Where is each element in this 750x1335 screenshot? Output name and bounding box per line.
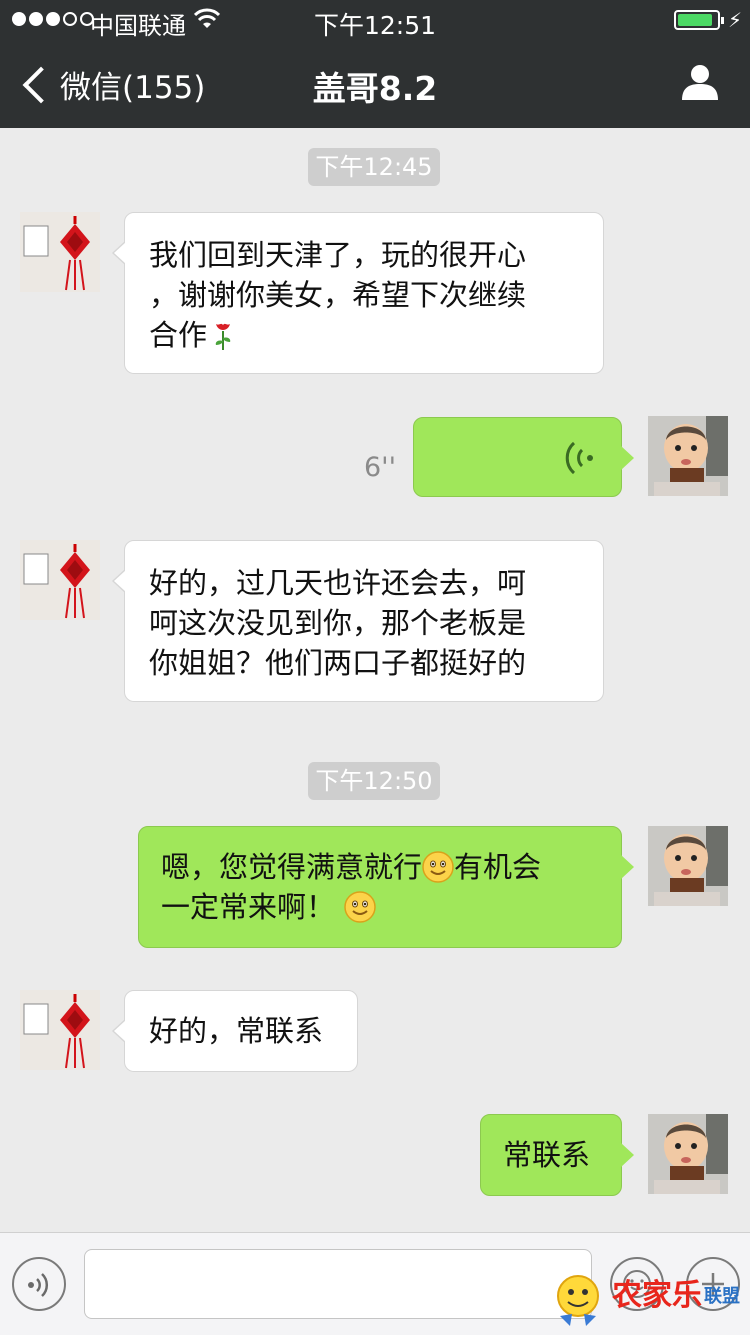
message-text: 合作 bbox=[149, 318, 208, 352]
baby-photo-avatar bbox=[648, 416, 728, 496]
message-text: 呵这次没见到你，那个老板是 bbox=[149, 606, 527, 640]
message-text: 你姐姐？他们两口子都挺好的 bbox=[149, 646, 527, 680]
voice-wave-icon bbox=[28, 1273, 49, 1297]
my-avatar[interactable] bbox=[648, 416, 728, 496]
message-line: 嗯，您觉得满意就行 有机会 bbox=[161, 847, 599, 887]
message-text: 我们回到天津了，玩的很开心 bbox=[149, 238, 527, 272]
message-line: 一定常来啊！ bbox=[161, 887, 599, 927]
message-text: 嗯，您觉得满意就行 bbox=[161, 850, 423, 884]
contact-avatar[interactable] bbox=[20, 212, 100, 292]
voice-message-bubble[interactable] bbox=[413, 417, 634, 497]
message-input[interactable] bbox=[84, 1249, 592, 1319]
timestamp-badge: 下午12:50 bbox=[308, 762, 440, 800]
charging-icon: ⚡ bbox=[728, 8, 743, 32]
rose-icon bbox=[215, 323, 231, 350]
watermark-subtext: 联盟 bbox=[704, 1286, 740, 1307]
my-avatar[interactable] bbox=[648, 826, 728, 906]
chinese-knot-avatar bbox=[20, 212, 100, 292]
message-text: ，谢谢你美女，希望下次继续 bbox=[149, 278, 527, 312]
watermark-text: 农家乐 bbox=[612, 1278, 702, 1313]
status-time: 下午12:51 bbox=[313, 11, 437, 40]
battery-icon bbox=[674, 10, 724, 30]
chat-title: 盖哥8.2 bbox=[312, 69, 438, 108]
baby-photo-avatar bbox=[648, 826, 728, 906]
baby-photo-avatar bbox=[648, 1114, 728, 1194]
message-bubble-incoming[interactable]: 好的，过几天也许还会去，呵 呵这次没见到你，那个老板是 你姐姐？他们两口子都挺好… bbox=[112, 540, 604, 702]
contact-avatar[interactable] bbox=[20, 540, 100, 620]
person-icon[interactable] bbox=[680, 62, 720, 102]
message-bubble-outgoing[interactable]: 常联系 bbox=[480, 1114, 634, 1196]
message-bubble-incoming[interactable]: 我们回到天津了，玩的很开心 ，谢谢你美女，希望下次继续 合作 bbox=[112, 212, 604, 374]
message-text: 常联系 bbox=[503, 1138, 591, 1172]
message-text: 一定常来啊！ bbox=[161, 890, 336, 924]
message-bubble-incoming[interactable]: 好的，常联系 bbox=[112, 990, 358, 1072]
message-line: 合作 bbox=[149, 315, 579, 355]
top-bar: 中国联通 下午12:51 ⚡ 微信(155) 盖哥8.2 bbox=[0, 0, 750, 128]
smiley-icon bbox=[422, 851, 454, 883]
message-text: 好的，过几天也许还会去，呵 bbox=[149, 566, 527, 600]
message-text: 有机会 bbox=[454, 850, 542, 884]
chinese-knot-avatar bbox=[20, 990, 100, 1070]
smiley-icon bbox=[344, 891, 376, 923]
chinese-knot-avatar bbox=[20, 540, 100, 620]
timestamp-badge: 下午12:45 bbox=[308, 148, 440, 186]
contact-avatar[interactable] bbox=[20, 990, 100, 1070]
voice-input-button[interactable] bbox=[12, 1257, 66, 1311]
my-avatar[interactable] bbox=[648, 1114, 728, 1194]
voice-wave-icon bbox=[565, 441, 593, 475]
message-text: 好的，常联系 bbox=[149, 1014, 324, 1048]
voice-duration: 6'' bbox=[364, 452, 397, 483]
chat-area[interactable]: 下午12:45 我们回到天津了，玩的很开心 ，谢谢你美女，希望下次继续 合作 6… bbox=[0, 128, 750, 1232]
message-bubble-outgoing[interactable]: 嗯，您觉得满意就行 有机会 一定常来啊！ bbox=[138, 826, 634, 948]
status-bar: 中国联通 下午12:51 ⚡ bbox=[0, 0, 750, 40]
